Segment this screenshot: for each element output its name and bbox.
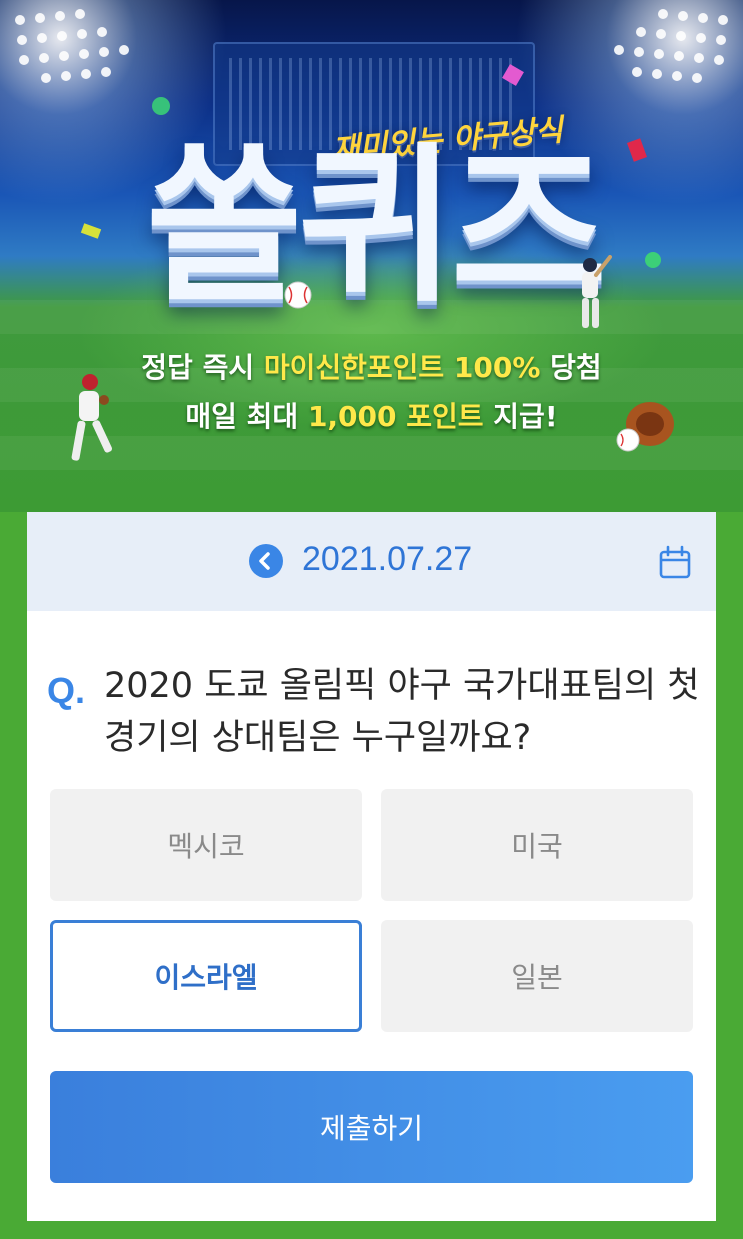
event-banner: 재미있는 야구상식 쏠퀴즈 정답 즉시 마이신한포인트 100% 당첨 매일 최…	[0, 0, 743, 512]
answer-option-mexico[interactable]: 멕시코	[50, 789, 362, 901]
prize-line-1: 정답 즉시 마이신한포인트 100% 당첨	[141, 351, 602, 384]
confetti	[152, 97, 170, 115]
answer-option-israel[interactable]: 이스라엘	[50, 920, 362, 1032]
quiz-date: 2021.07.27	[302, 540, 473, 578]
confetti	[80, 223, 102, 239]
quiz-card: 2021.07.27 Q. 2020 도쿄 올림픽 야구 국가대표팀의 첫 경기…	[27, 512, 716, 1221]
question-text: 2020 도쿄 올림픽 야구 국가대표팀의 첫 경기의 상대팀은 누구일까요?	[104, 666, 700, 758]
prize-line-2: 매일 최대 1,000 포인트 지급!	[185, 400, 558, 433]
answer-option-usa[interactable]: 미국	[381, 789, 693, 901]
baseball-icon	[284, 281, 312, 309]
question-marker: Q.	[47, 670, 86, 711]
previous-date-button[interactable]	[249, 544, 283, 578]
submit-button[interactable]: 제출하기	[50, 1071, 693, 1183]
quiz-logo: 쏠퀴즈	[146, 128, 607, 326]
date-navigation: 2021.07.27	[27, 512, 716, 611]
confetti	[645, 252, 661, 268]
calendar-button[interactable]	[657, 544, 693, 580]
batter-icon	[582, 255, 612, 328]
answer-option-japan[interactable]: 일본	[381, 920, 693, 1032]
chevron-left-icon	[259, 552, 270, 570]
calendar-icon	[659, 545, 691, 579]
